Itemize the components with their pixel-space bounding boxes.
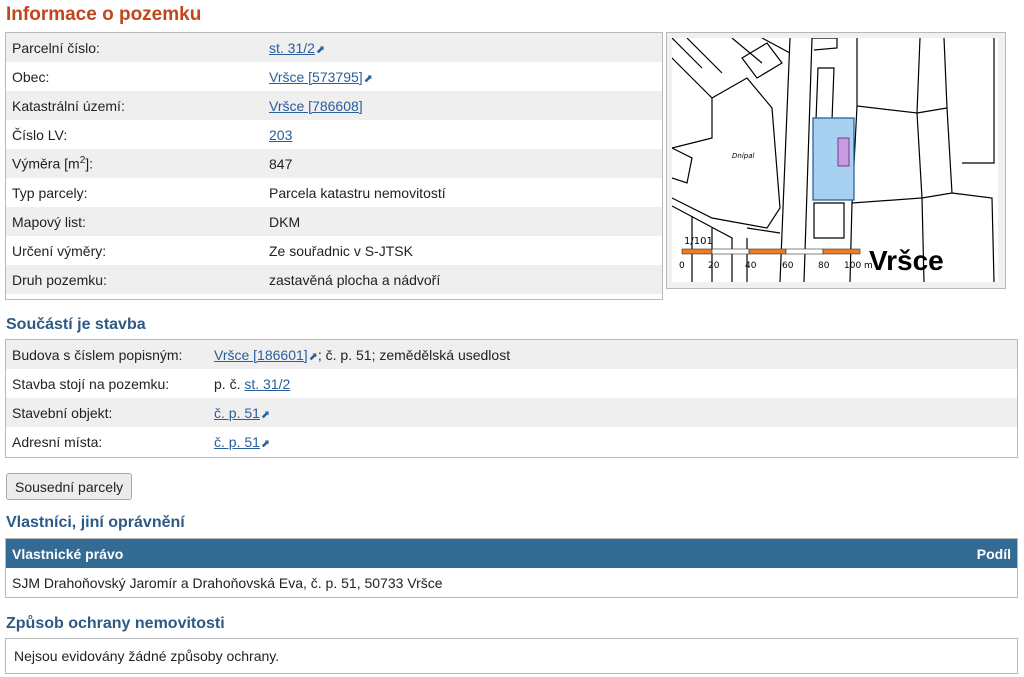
protection-box: Nejsou evidovány žádné způsoby ochrany.	[5, 638, 1018, 674]
column-header-share: Podíl	[976, 545, 1011, 562]
building-object-link[interactable]: č. p. 51	[214, 405, 260, 421]
building-link[interactable]: Vršce [186601]	[214, 347, 308, 363]
table-row: Číslo LV: 203	[6, 120, 662, 149]
building-description: ; č. p. 51; zemědělská usedlost	[317, 346, 511, 363]
column-header-ownership: Vlastnické právo	[12, 545, 124, 562]
scale-label: 60	[782, 261, 794, 271]
map-drawing: Dnípal 1/101 0 20 40 60 80 100 m Vršce	[672, 38, 998, 282]
row-value: Parcela katastru nemovitostí	[263, 178, 662, 207]
protection-heading: Způsob ochrany nemovitosti	[6, 615, 225, 632]
owners-table-header: Vlastnické právo Podíl	[6, 539, 1017, 568]
row-label: Určení výměry:	[6, 236, 263, 265]
table-row: Obec: Vršce [573795]⬈	[6, 62, 662, 91]
table-row: Typ parcely: Parcela katastru nemovitost…	[6, 178, 662, 207]
owners-heading: Vlastníci, jiní oprávnění	[6, 514, 185, 531]
table-row: Stavební objekt: č. p. 51⬈	[6, 398, 1017, 427]
label-text: ]:	[85, 155, 94, 172]
row-label: Stavební objekt:	[6, 398, 208, 427]
parcel-info-table: Parcelní číslo: st. 31/2⬈ Obec: Vršce [5…	[5, 32, 663, 300]
neighboring-parcels-button[interactable]: Sousední parcely	[6, 473, 133, 500]
row-label: Druh pozemku:	[6, 265, 263, 294]
parcel-map[interactable]: Dnípal 1/101 0 20 40 60 80 100 m Vršce	[666, 32, 1006, 289]
owner-name: SJM Drahoňovský Jaromír a Drahoňovská Ev…	[12, 574, 443, 591]
row-label: Budova s číslem popisným:	[6, 340, 208, 369]
building-info-table: Budova s číslem popisným: Vršce [186601]…	[5, 339, 1018, 458]
cadastral-area-link[interactable]: Vršce [786608]	[269, 98, 363, 114]
table-row: Mapový list: DKM	[6, 207, 662, 236]
parcel-number-link[interactable]: st. 31/2	[269, 40, 315, 56]
table-row: Katastrální území: Vršce [786608]	[6, 91, 662, 120]
row-value: č. p. 51⬈	[208, 427, 1017, 456]
map-place-label: Vršce	[869, 245, 944, 276]
table-row: Určení výměry: Ze souřadnic v S-JTSK	[6, 236, 662, 265]
row-label: Mapový list:	[6, 207, 263, 236]
row-value: Vršce [186601]⬈; č. p. 51; zemědělská us…	[208, 340, 1017, 369]
table-row: Výměra [m2]: 847	[6, 149, 662, 178]
external-link-icon[interactable]: ⬈	[364, 73, 373, 85]
parcel-link[interactable]: st. 31/2	[244, 376, 290, 392]
row-value: Ze souřadnic v S-JTSK	[263, 236, 662, 265]
external-link-icon[interactable]: ⬈	[261, 438, 270, 450]
row-value: p. č. st. 31/2	[208, 369, 1017, 398]
table-row: Parcelní číslo: st. 31/2⬈	[6, 33, 662, 62]
row-label: Katastrální území:	[6, 91, 263, 120]
address-link[interactable]: č. p. 51	[214, 434, 260, 450]
parcel-prefix: p. č.	[214, 375, 245, 392]
scale-label: 40	[745, 261, 757, 271]
scale-label: 20	[708, 261, 720, 271]
external-link-icon[interactable]: ⬈	[316, 44, 325, 56]
table-row: Adresní místa: č. p. 51⬈	[6, 427, 1017, 456]
map-scale-bar	[681, 248, 861, 255]
scale-label: 0	[679, 261, 685, 271]
row-value: Vršce [573795]⬈	[263, 62, 662, 91]
row-label: Výměra [m2]:	[6, 149, 263, 178]
protection-text: Nejsou evidovány žádné způsoby ochrany.	[14, 648, 280, 664]
row-value: 203	[263, 120, 662, 149]
label-text: Výměra [m	[12, 155, 80, 172]
municipality-link[interactable]: Vršce [573795]	[269, 69, 363, 85]
row-value: č. p. 51⬈	[208, 398, 1017, 427]
building-heading: Součástí je stavba	[6, 316, 146, 333]
row-value: 847	[263, 149, 662, 178]
selected-building	[837, 137, 850, 167]
row-value: DKM	[263, 207, 662, 236]
row-label: Parcelní číslo:	[6, 33, 263, 62]
lv-number-link[interactable]: 203	[269, 127, 292, 143]
scale-label: 80	[818, 261, 830, 271]
row-label: Typ parcely:	[6, 178, 263, 207]
table-row: Stavba stojí na pozemku: p. č. st. 31/2	[6, 369, 1017, 398]
row-value: Vršce [786608]	[263, 91, 662, 120]
row-value: st. 31/2⬈	[263, 33, 662, 62]
row-value: zastavěná plocha a nádvoří	[263, 265, 662, 294]
table-row: SJM Drahoňovský Jaromír a Drahoňovská Ev…	[6, 568, 1017, 597]
page-title: Informace o pozemku	[6, 4, 202, 25]
table-row: Druh pozemku: zastavěná plocha a nádvoří	[6, 265, 662, 294]
external-link-icon[interactable]: ⬈	[261, 409, 270, 421]
row-label: Číslo LV:	[6, 120, 263, 149]
owners-table: Vlastnické právo Podíl SJM Drahoňovský J…	[5, 538, 1018, 598]
map-small-label: Dnípal	[732, 152, 755, 160]
row-label: Obec:	[6, 62, 263, 91]
external-link-icon[interactable]: ⬈	[309, 351, 318, 363]
table-row: Budova s číslem popisným: Vršce [186601]…	[6, 340, 1017, 369]
row-label: Adresní místa:	[6, 427, 208, 456]
map-parcel-label: 1/101	[684, 236, 713, 247]
row-label: Stavba stojí na pozemku:	[6, 369, 208, 398]
